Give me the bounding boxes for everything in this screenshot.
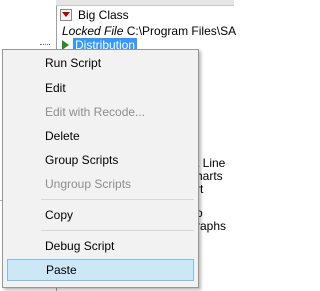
menu-item-run-script[interactable]: Run Script <box>7 52 194 74</box>
menu-item-edit[interactable]: Edit <box>7 77 194 99</box>
menu-item-debug-script[interactable]: Debug Script <box>7 235 194 257</box>
background-script-item: raphs <box>196 219 227 233</box>
table-title: Big Class <box>78 7 129 22</box>
table-menu-button[interactable] <box>60 8 72 21</box>
menu-separator <box>41 199 194 200</box>
locked-file-label: Locked File <box>62 24 124 38</box>
red-triangle-icon <box>62 12 70 17</box>
background-script-item: harts <box>196 169 223 183</box>
menu-item-paste[interactable]: Paste <box>7 259 194 281</box>
menu-item-delete[interactable]: Delete <box>7 125 194 147</box>
locked-file-row: Locked File C:\Program Files\SA <box>62 24 236 38</box>
menu-item-group-scripts[interactable]: Group Scripts <box>7 149 194 171</box>
background-script-item: t Line <box>196 156 226 170</box>
table-header: Big Class <box>60 6 129 23</box>
menu-item-edit-with-recode: Edit with Recode... <box>45 105 146 119</box>
menu-item-ungroup-scripts: Ungroup Scripts <box>45 177 132 191</box>
menu-item-copy[interactable]: Copy <box>7 204 194 226</box>
menu-separator <box>41 230 194 231</box>
locked-file-path: C:\Program Files\SA <box>126 24 237 38</box>
context-menu: Run Script Edit Edit with Recode... Dele… <box>2 49 199 288</box>
